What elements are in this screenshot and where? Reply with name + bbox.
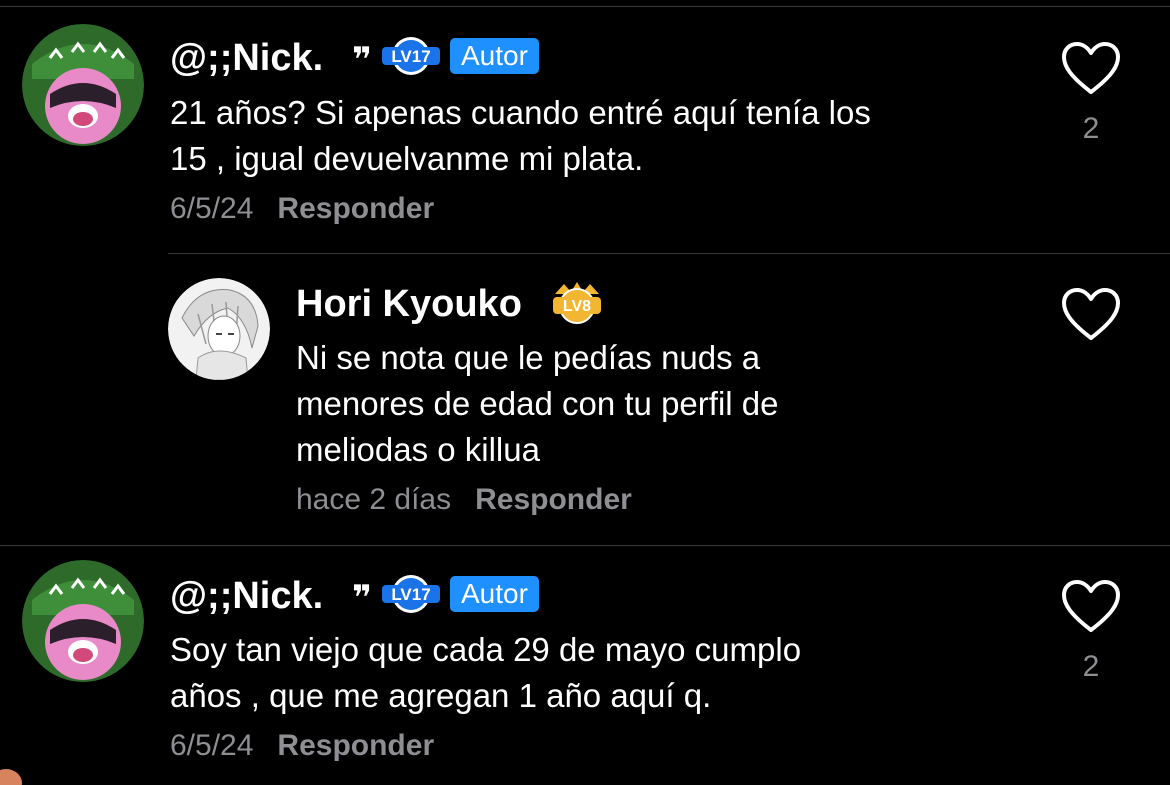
user-badges: ❞ LV17 Autor	[352, 574, 539, 617]
reply-divider	[168, 253, 1170, 254]
user-badges: ❞ LV17 Autor	[352, 36, 539, 79]
comments-screen: @;;Nick. ❞ LV17 Autor 21 años? Si apenas…	[0, 0, 1170, 785]
avatar[interactable]	[168, 278, 270, 380]
level-text: LV17	[391, 47, 430, 66]
like-button[interactable]: 2	[1059, 40, 1123, 146]
comment-divider	[0, 545, 1170, 546]
heart-outline-icon	[1062, 42, 1120, 94]
like-count: 2	[1082, 650, 1100, 683]
reply-button[interactable]: Responder	[277, 729, 434, 762]
author-badge: Autor	[449, 38, 539, 74]
comment-date: 6/5/24	[170, 729, 254, 762]
heart-outline-icon	[1062, 580, 1120, 632]
comment-meta: 6/5/24 Responder	[170, 728, 434, 764]
reply-button[interactable]: Responder	[475, 483, 632, 516]
username[interactable]: Hori Kyouko	[296, 282, 522, 326]
user-badges: LV8	[551, 282, 603, 324]
level-crown-badge: LV8	[551, 282, 603, 324]
partial-avatar	[0, 769, 22, 785]
comment-meta: 6/5/24 Responder	[170, 191, 434, 227]
top-divider	[0, 6, 1170, 7]
username[interactable]: @;;Nick.	[170, 36, 323, 80]
comment-date: 6/5/24	[170, 192, 254, 225]
username[interactable]: @;;Nick.	[170, 574, 323, 618]
level-badge: LV17	[381, 36, 440, 76]
level-text: LV17	[391, 585, 430, 604]
level-badge: LV17	[381, 574, 440, 614]
avatar[interactable]	[22, 24, 144, 146]
author-badge: Autor	[449, 576, 539, 612]
avatar[interactable]	[22, 560, 144, 682]
quote-icon: ❞	[352, 579, 372, 617]
quote-icon: ❞	[352, 41, 372, 79]
comment-date: hace 2 días	[296, 483, 452, 516]
comment-text: 21 años? Si apenas cuando entré aquí ten…	[170, 94, 871, 177]
level-text: LV8	[563, 298, 591, 315]
comment-text: Ni se nota que le pedías nuds a menores …	[296, 339, 779, 468]
like-button[interactable]	[1059, 286, 1123, 342]
like-button[interactable]: 2	[1059, 578, 1123, 684]
heart-outline-icon	[1062, 288, 1120, 340]
like-count: 2	[1082, 112, 1100, 145]
reply-button[interactable]: Responder	[277, 192, 434, 225]
comment-meta: hace 2 días Responder	[296, 482, 632, 518]
comment-text: Soy tan viejo que cada 29 de mayo cumplo…	[170, 631, 802, 714]
